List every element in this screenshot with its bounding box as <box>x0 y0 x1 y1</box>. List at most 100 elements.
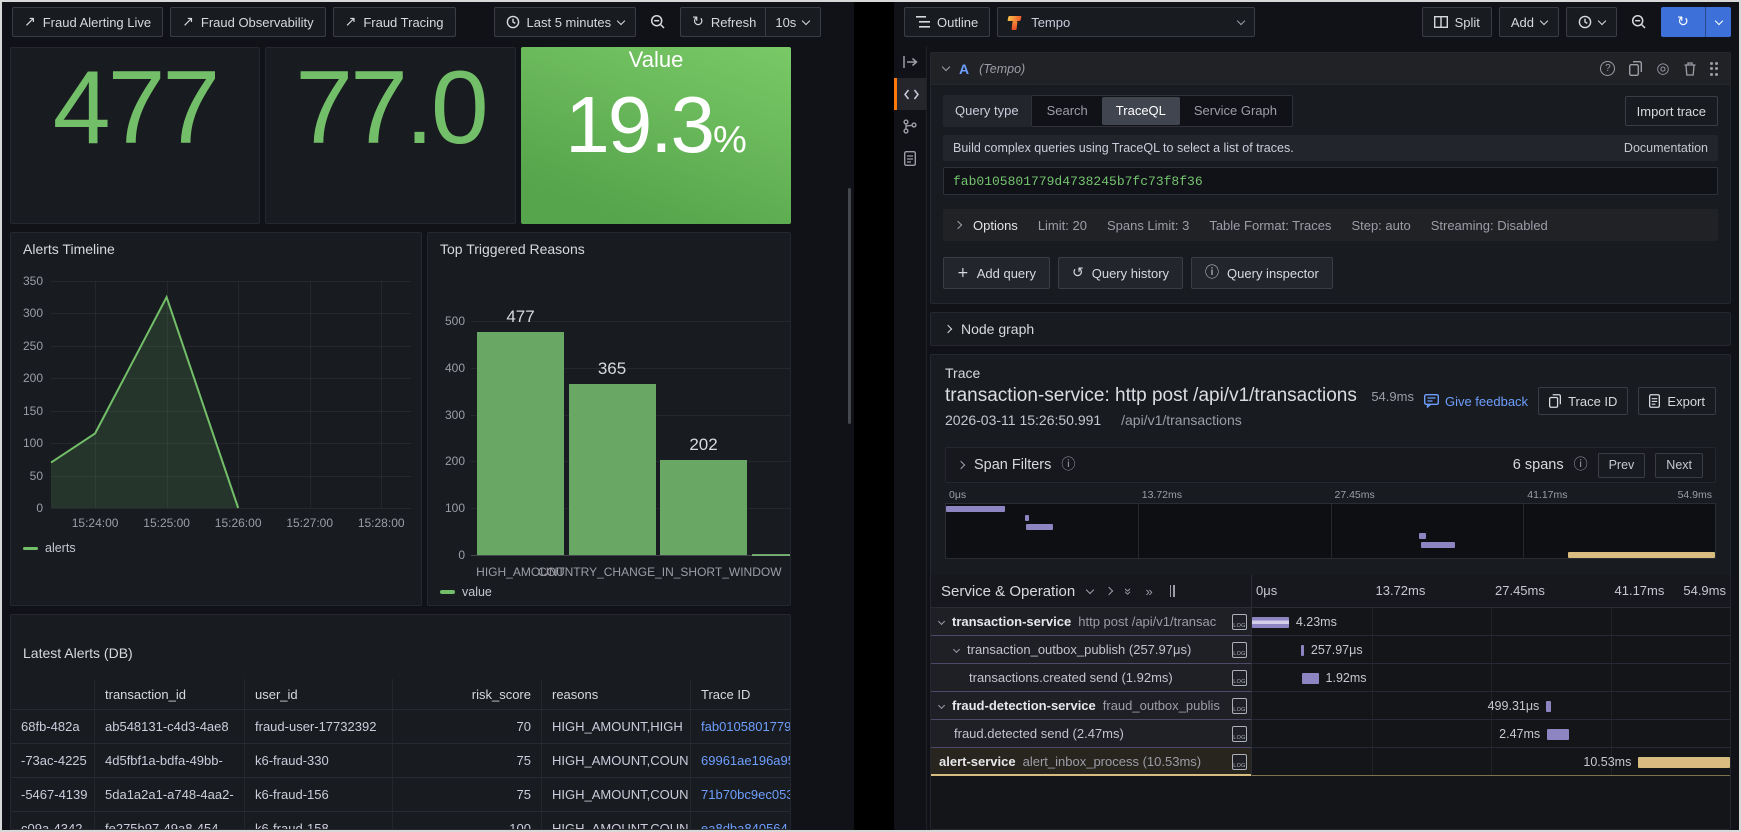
node-graph-section[interactable]: Node graph <box>930 312 1731 346</box>
trace-id-link[interactable]: fab0105801779... <box>701 719 790 734</box>
time-picker-button[interactable] <box>1566 7 1617 37</box>
span-logs-icon[interactable]: LOG <box>1232 726 1247 742</box>
span-duration-bar[interactable] <box>1546 701 1551 712</box>
give-feedback-link[interactable]: Give feedback <box>1423 394 1528 409</box>
span-timeline-cell[interactable]: 257.97μs <box>1251 636 1730 664</box>
trace-id-link[interactable]: ea8dba840564... <box>701 821 790 829</box>
span-row[interactable]: transaction_outbox_publish (257.97μs) LOG… <box>931 636 1730 664</box>
traceql-query-input[interactable]: fab0105801779d4738245b7fc73f8f36 <box>943 167 1718 195</box>
span-name-cell[interactable]: alert-service alert_inbox_process (10.53m… <box>931 748 1251 776</box>
tab-service-graph[interactable]: Service Graph <box>1180 97 1291 125</box>
tab-search[interactable]: Search <box>1033 97 1102 125</box>
datasource-picker[interactable]: Tempo <box>997 7 1256 37</box>
link-fraud-tracing[interactable]: ↗ Fraud Tracing <box>332 7 456 37</box>
span-timeline-cell[interactable]: 499.31μs <box>1251 692 1730 720</box>
span-duration-bar[interactable] <box>1301 645 1304 656</box>
span-logs-icon[interactable]: LOG <box>1232 698 1247 714</box>
span-timeline-cell[interactable]: 2.47ms <box>1251 720 1730 748</box>
remove-query-icon[interactable] <box>1684 61 1696 76</box>
zoom-out-button[interactable] <box>1624 7 1654 37</box>
trace-minimap[interactable] <box>945 503 1716 559</box>
collapse-query-icon[interactable] <box>941 62 951 72</box>
column-header[interactable]: Trace ID <box>691 679 790 709</box>
next-span-button[interactable]: Next <box>1655 452 1703 478</box>
dashboard-scrollbar[interactable] <box>848 188 851 424</box>
span-timeline-cell[interactable]: 10.53ms <box>1251 748 1730 776</box>
column-header[interactable]: risk_score <box>393 679 542 709</box>
span-expander-icon[interactable] <box>952 645 961 654</box>
time-range-picker[interactable]: Last 5 minutes <box>493 7 637 37</box>
documentation-link[interactable]: Documentation <box>1624 141 1708 155</box>
tab-traceql[interactable]: TraceQL <box>1101 97 1180 125</box>
bar[interactable] <box>660 460 747 555</box>
span-name-cell[interactable]: transaction_outbox_publish (257.97μs) LOG <box>931 636 1251 664</box>
import-trace-button[interactable]: Import trace <box>1624 96 1718 126</box>
column-header[interactable]: reasons <box>542 679 691 709</box>
span-logs-icon[interactable]: LOG <box>1232 670 1247 686</box>
panel-title[interactable]: Latest Alerts (DB) <box>23 645 133 661</box>
legend[interactable]: value <box>440 585 492 599</box>
span-duration-bar[interactable] <box>1547 729 1569 740</box>
add-query-button[interactable]: + Add query <box>943 257 1050 289</box>
span-name-cell[interactable]: transaction-service http post /api/v1/tra… <box>931 608 1251 636</box>
span-row[interactable]: fraud.detected send (2.47ms) LOG 2.47ms <box>931 720 1730 748</box>
add-button[interactable]: Add <box>1498 7 1559 37</box>
span-logs-icon[interactable]: LOG <box>1232 754 1247 770</box>
trace-id-button[interactable]: Trace ID <box>1538 387 1629 415</box>
bar[interactable] <box>477 331 564 555</box>
span-expander-icon[interactable] <box>937 701 946 710</box>
column-header[interactable]: transaction_id <box>95 679 245 709</box>
drag-handle-icon[interactable] <box>1709 61 1718 76</box>
service-operation-header[interactable]: Service & Operation <box>941 583 1075 600</box>
span-name-cell[interactable]: fraud.detected send (2.47ms) LOG <box>931 720 1251 748</box>
expand-all-icon[interactable]: » <box>1145 585 1152 598</box>
span-filters-label[interactable]: Span Filters <box>974 457 1051 473</box>
span-row[interactable]: transactions.created send (1.92ms) LOG 1.9… <box>931 664 1730 692</box>
split-button[interactable]: Split <box>1421 7 1492 37</box>
run-query-button[interactable]: ↻ <box>1661 7 1731 37</box>
prev-span-button[interactable]: Prev <box>1597 452 1646 478</box>
export-button[interactable]: Export <box>1638 387 1716 415</box>
outline-button[interactable]: Outline <box>904 7 991 37</box>
expand-one-icon[interactable] <box>1104 586 1114 596</box>
trace-id-link[interactable]: 71b70bc9ec053... <box>701 787 790 802</box>
refresh-interval[interactable]: 10s <box>775 15 796 30</box>
column-resize-handle[interactable] <box>1169 585 1175 597</box>
bar[interactable] <box>568 384 656 555</box>
legend[interactable]: alerts <box>23 541 76 555</box>
collapse-pane-button[interactable] <box>894 46 926 78</box>
column-header[interactable]: user_id <box>245 679 393 709</box>
run-query-interval-dropdown[interactable] <box>1705 7 1731 37</box>
rail-item-query[interactable] <box>894 78 926 110</box>
collapse-all-icon[interactable]: » <box>1121 587 1136 594</box>
column-header[interactable] <box>11 679 95 709</box>
span-duration-bar[interactable] <box>1252 617 1289 628</box>
span-name-cell[interactable]: fraud-detection-service fraud_outbox_publ… <box>931 692 1251 720</box>
span-expander-icon[interactable] <box>937 617 946 626</box>
refresh-button-group[interactable]: ↻ Refresh 10s <box>680 7 822 37</box>
hide-response-icon[interactable]: ◎ <box>1656 61 1669 76</box>
span-row[interactable]: transaction-service http post /api/v1/tra… <box>931 608 1730 636</box>
span-timeline-cell[interactable]: 4.23ms <box>1251 608 1730 636</box>
span-duration-bar[interactable] <box>1638 757 1730 768</box>
query-inspector-button[interactable]: ⓘ Query inspector <box>1191 257 1333 289</box>
rail-item-branch[interactable] <box>894 110 926 142</box>
zoom-out-button[interactable] <box>643 7 673 37</box>
query-options-toggle[interactable]: Options Limit: 20 Spans Limit: 3 Table F… <box>943 209 1718 241</box>
span-logs-icon[interactable]: LOG <box>1232 642 1247 658</box>
span-duration-bar[interactable] <box>1301 673 1319 684</box>
help-icon[interactable]: ? <box>1600 61 1616 76</box>
chevron-right-icon[interactable] <box>956 460 966 470</box>
span-row[interactable]: fraud-detection-service fraud_outbox_publ… <box>931 692 1730 720</box>
collapse-one-icon[interactable] <box>1085 585 1095 594</box>
link-fraud-alerting-live[interactable]: ↗ Fraud Alerting Live <box>12 7 164 37</box>
duplicate-query-icon[interactable] <box>1629 61 1643 76</box>
span-logs-icon[interactable]: LOG <box>1232 614 1247 630</box>
link-fraud-observability[interactable]: ↗ Fraud Observability <box>170 7 326 37</box>
span-timeline-cell[interactable]: 1.92ms <box>1251 664 1730 692</box>
span-row[interactable]: alert-service alert_inbox_process (10.53m… <box>931 748 1730 776</box>
trace-id-link[interactable]: 69961ae196a95... <box>701 753 790 768</box>
query-history-button[interactable]: ↺ Query history <box>1058 257 1184 289</box>
query-row-header[interactable]: A (Tempo) ? ◎ <box>931 53 1730 85</box>
span-name-cell[interactable]: transactions.created send (1.92ms) LOG <box>931 664 1251 692</box>
